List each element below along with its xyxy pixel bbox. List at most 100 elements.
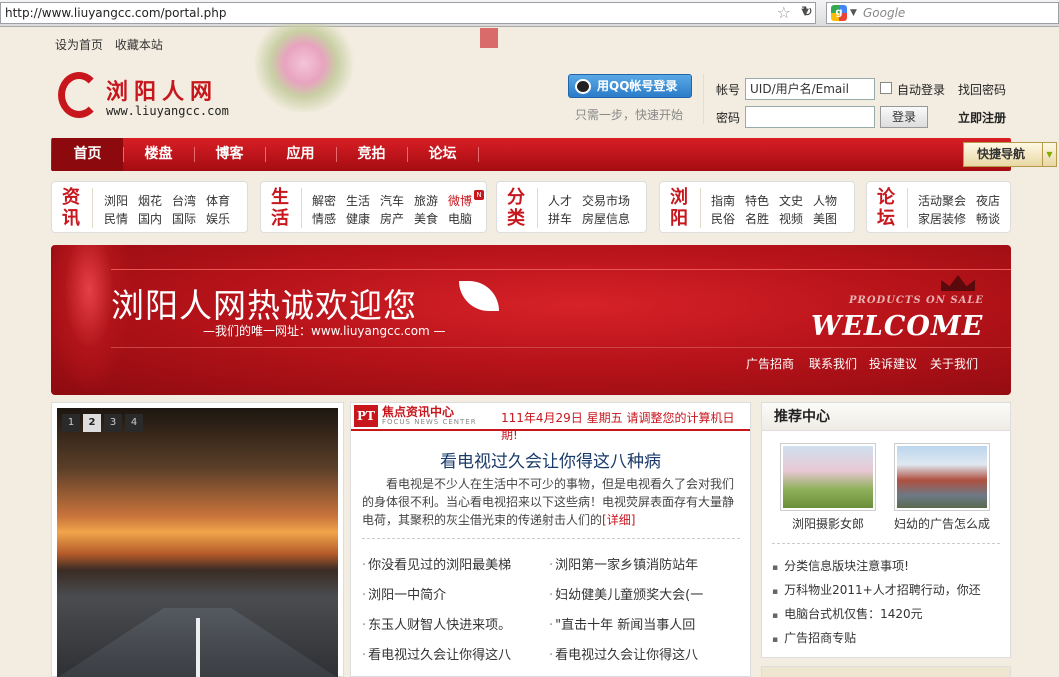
category-link[interactable]: 体育 (206, 192, 230, 209)
account-input[interactable]: UID/用户名/Email (745, 78, 875, 100)
quick-nav-button[interactable]: 快捷导航 ▼ (963, 142, 1057, 167)
category-liuyang: 浏阳 指南 特色 文史 人物 民俗 名胜 视频 美图 (659, 181, 855, 233)
category-link[interactable]: 人才 (548, 192, 572, 209)
nav-item-blog[interactable]: 博客 (194, 138, 265, 171)
address-bar[interactable]: http://www.liuyangcc.com/portal.php ☆ ▼ (0, 2, 816, 24)
news-item[interactable]: 看电视过久会让你得这八 (549, 644, 724, 663)
find-password-link[interactable]: 找回密码 (958, 81, 1006, 98)
category-link[interactable]: 民俗 (711, 210, 735, 227)
category-link[interactable]: 电脑 (448, 210, 472, 227)
news-item[interactable]: 浏阳一中简介 (362, 584, 537, 603)
reload-icon[interactable]: ↻ (796, 2, 818, 24)
category-link[interactable]: 浏阳 (104, 192, 128, 209)
category-link[interactable]: 夜店 (976, 192, 1000, 209)
nav-item-home[interactable]: 首页 (52, 138, 123, 171)
auto-login-checkbox[interactable] (880, 82, 892, 94)
thumb-image[interactable] (780, 443, 876, 511)
category-link[interactable]: 解密 (312, 192, 336, 209)
password-input[interactable] (745, 106, 875, 128)
category-link[interactable]: 指南 (711, 192, 735, 209)
category-link[interactable]: 畅谈 (976, 210, 1000, 227)
qq-login-label: 用QQ帐号登录 (597, 79, 678, 93)
site-logo[interactable]: 浏阳人网 www.liuyangcc.com (58, 72, 248, 122)
nav-item-property[interactable]: 楼盘 (123, 138, 194, 171)
recommend-item[interactable]: 电脑台式机仅售：1420元 (772, 605, 1007, 622)
main-nav: 首页 楼盘 博客 应用 竞拍 论坛 快捷导航 ▼ (51, 138, 1057, 171)
category-link[interactable]: 房屋信息 (582, 210, 630, 227)
category-link[interactable]: 人物 (813, 192, 837, 209)
nav-divider (478, 147, 479, 162)
chevron-down-icon[interactable]: ▼ (850, 3, 857, 23)
weibo-label: 微博 (448, 194, 473, 208)
thumb-caption[interactable]: 浏阳摄影女郎 (773, 515, 883, 532)
recommend-item[interactable]: 广告招商专贴 (772, 629, 1007, 646)
pager-button[interactable]: 4 (125, 414, 143, 432)
category-link[interactable]: 名胜 (745, 210, 769, 227)
qq-login-button[interactable]: 用QQ帐号登录 (568, 74, 692, 98)
category-link[interactable]: 国际 (172, 210, 196, 227)
news-item[interactable]: 看电视过久会让你得这八 (362, 644, 537, 663)
crown-icon (941, 275, 975, 291)
hot-badge-icon: N (474, 190, 485, 200)
category-title: 论坛 (877, 187, 895, 229)
slide-image[interactable] (57, 408, 338, 677)
banner-link-contact[interactable]: 联系我们 (809, 355, 857, 372)
news-item[interactable]: 浏阳第一家乡镇消防站年 (549, 554, 724, 573)
nav-item-auction[interactable]: 竞拍 (336, 138, 407, 171)
category-link[interactable]: 国内 (138, 210, 162, 227)
calligraphy-decoration (390, 58, 470, 88)
news-more-link[interactable]: [详细] (602, 513, 635, 527)
category-link[interactable]: 烟花 (138, 192, 162, 209)
category-link[interactable]: 美图 (813, 210, 837, 227)
thumb-image[interactable] (894, 443, 990, 511)
nav-item-forum[interactable]: 论坛 (407, 138, 478, 171)
category-link[interactable]: 健康 (346, 210, 370, 227)
banner-link-ads[interactable]: 广告招商 (746, 355, 794, 372)
banner-link-complaint[interactable]: 投诉建议 (869, 355, 917, 372)
login-button[interactable]: 登录 (880, 106, 928, 128)
category-link[interactable]: 美食 (414, 210, 438, 227)
category-link[interactable]: 民情 (104, 210, 128, 227)
chevron-down-icon: ▼ (1042, 143, 1056, 166)
bookmark-star-icon[interactable]: ☆ (777, 3, 791, 23)
qq-login-hint: 只需一步，快速开始 (575, 108, 684, 122)
category-link[interactable]: 房产 (380, 210, 404, 227)
category-link[interactable]: 旅游 (414, 192, 438, 209)
category-link[interactable]: 台湾 (172, 192, 196, 209)
news-item[interactable]: 妇幼健美儿童颁奖大会(一 (549, 584, 724, 603)
banner-link-about[interactable]: 关于我们 (930, 355, 978, 372)
category-link[interactable]: 娱乐 (206, 210, 230, 227)
banner-products: PRODUCTS ON SALE (849, 295, 985, 306)
category-link[interactable]: 家居装修 (918, 210, 966, 227)
pager-button-active[interactable]: 2 (83, 414, 101, 432)
category-link[interactable]: 交易市场 (582, 192, 630, 209)
google-icon[interactable]: g (831, 5, 847, 21)
pager-button[interactable]: 1 (62, 414, 80, 432)
news-item[interactable]: 你没看见过的浏阳最美梯 (362, 554, 537, 573)
focus-news: PT 焦点资讯中心 FOCUS NEWS CENTER 111年4月29日 星期… (350, 402, 751, 677)
category-link[interactable]: 文史 (779, 192, 803, 209)
set-homepage-link[interactable]: 设为首页 (55, 38, 103, 52)
category-link[interactable]: 汽车 (380, 192, 404, 209)
register-link[interactable]: 立即注册 (958, 109, 1006, 126)
recommend-center: 推荐中心 浏阳摄影女郎 妇幼的广告怎么成 分类信息版块注意事项! 万科物业201… (761, 402, 1011, 658)
category-link[interactable]: 生活 (346, 192, 370, 209)
category-link[interactable]: 拼车 (548, 210, 572, 227)
bookmark-site-link[interactable]: 收藏本站 (115, 38, 163, 52)
pager-button[interactable]: 3 (104, 414, 122, 432)
category-link[interactable]: 活动聚会 (918, 192, 966, 209)
search-input[interactable]: g ▼ Google (826, 2, 1059, 24)
quick-nav-label: 快捷导航 (977, 147, 1026, 161)
recommend-item[interactable]: 万科物业2011+人才招聘行动，你还 (772, 581, 1007, 598)
category-link[interactable]: 特色 (745, 192, 769, 209)
category-title: 分类 (507, 187, 525, 229)
category-link[interactable]: 情感 (312, 210, 336, 227)
category-link[interactable]: 视频 (779, 210, 803, 227)
recommend-item[interactable]: 分类信息版块注意事项! (772, 557, 1007, 574)
news-item[interactable]: 东玉人财智人快进来项。 (362, 614, 537, 633)
news-headline[interactable]: 看电视过久会让你得这八种病 (351, 447, 750, 472)
news-item[interactable]: "直击十年 新闻当事人回 (549, 614, 724, 633)
nav-item-apps[interactable]: 应用 (265, 138, 336, 171)
thumb-caption[interactable]: 妇幼的广告怎么成 (887, 515, 997, 532)
category-link-weibo[interactable]: 微博 N (448, 190, 485, 209)
